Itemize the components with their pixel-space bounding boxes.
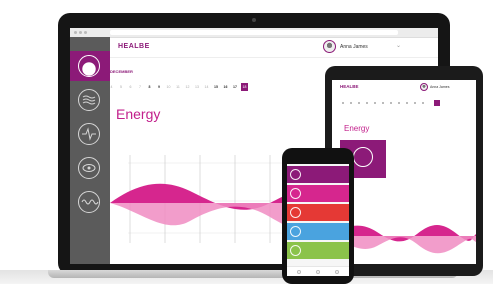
water-balance-icon — [290, 188, 301, 199]
avatar[interactable] — [323, 40, 336, 53]
calendar-day[interactable]: 9 — [156, 83, 163, 91]
phone-bottom-nav — [287, 266, 349, 276]
page-title: Energy — [116, 106, 161, 122]
calendar-day[interactable]: 10 — [165, 83, 172, 91]
phone-card-sleep[interactable] — [287, 223, 349, 240]
app-logo[interactable]: HEALBE — [118, 43, 150, 50]
calendar-day[interactable]: 11 — [175, 83, 182, 91]
sidebar-item-stress[interactable] — [70, 187, 110, 217]
calendar-day[interactable]: 18 — [241, 83, 248, 91]
browser-minimize-dot[interactable] — [79, 31, 82, 34]
calendar-day[interactable]: 13 — [194, 83, 201, 91]
nav-home-icon[interactable] — [297, 270, 301, 274]
tablet-app-logo[interactable]: HEALBE — [340, 84, 359, 89]
phone-card-energy[interactable] — [287, 166, 349, 183]
sleep-eye-glyph — [82, 164, 96, 172]
energy-icon — [78, 55, 100, 77]
sidebar-item-water-balance[interactable] — [70, 85, 110, 115]
phone-screen — [287, 164, 349, 276]
browser-maximize-dot[interactable] — [84, 31, 87, 34]
calendar-day[interactable]: 4 — [108, 83, 115, 91]
calendar-day[interactable]: 14 — [203, 83, 210, 91]
heart-rate-glyph — [82, 127, 96, 141]
calendar-day[interactable]: 15 — [213, 83, 220, 91]
phone-device — [282, 148, 354, 284]
heart-rate-icon — [290, 207, 301, 218]
calendar-day[interactable]: 6 — [127, 83, 134, 91]
phone-card-stress[interactable] — [287, 242, 349, 259]
phone-card-heart-rate[interactable] — [287, 204, 349, 221]
tablet-avatar[interactable] — [420, 83, 428, 91]
calendar-day[interactable]: 17 — [232, 83, 239, 91]
chevron-down-icon[interactable]: ⌄ — [396, 42, 401, 49]
sleep-icon — [290, 226, 301, 237]
calendar-day[interactable]: 16 — [222, 83, 229, 91]
browser-close-dot[interactable] — [74, 31, 77, 34]
energy-icon — [290, 169, 301, 180]
sidebar-item-sleep[interactable] — [70, 153, 110, 183]
sidebar-item-energy[interactable] — [70, 51, 110, 81]
phone-card-water-balance[interactable] — [287, 185, 349, 202]
calendar-month-label: DECEMBER — [110, 69, 133, 74]
tablet-page-title: Energy — [344, 124, 370, 133]
calendar-day[interactable]: 7 — [137, 83, 144, 91]
nav-stats-icon[interactable] — [316, 270, 320, 274]
calendar-day[interactable]: 5 — [118, 83, 125, 91]
tablet-day-strip — [342, 100, 440, 106]
stress-icon — [290, 245, 301, 256]
app-header: HEALBE Anna James ⌄ — [110, 37, 438, 58]
calendar-day[interactable]: 8 — [146, 83, 153, 91]
browser-address-bar[interactable] — [110, 30, 398, 35]
energy-icon — [353, 147, 373, 167]
calendar-day-strip: 4 5 6 7 8 9 10 11 12 13 14 15 16 17 18 — [108, 83, 258, 93]
tablet-user-name[interactable]: Anna James — [430, 85, 449, 89]
water-waves-glyph — [82, 95, 96, 105]
nav-settings-icon[interactable] — [335, 270, 339, 274]
stress-wave-glyph — [81, 199, 99, 205]
user-name[interactable]: Anna James — [340, 44, 368, 50]
app-sidebar — [70, 37, 110, 264]
sidebar-item-heart-rate[interactable] — [70, 119, 110, 149]
laptop-camera — [252, 18, 256, 22]
calendar-day[interactable]: 12 — [184, 83, 191, 91]
